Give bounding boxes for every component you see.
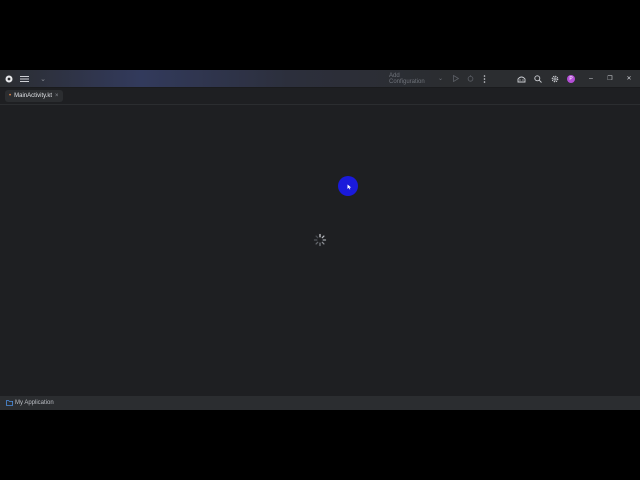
main-menu-icon[interactable] <box>18 70 31 87</box>
title-bar: ⌄ Add Configuration ⌄ P – ❐ ✕ <box>0 70 640 88</box>
status-bar: My Application <box>0 396 640 410</box>
avatar-initial: P <box>567 74 575 83</box>
settings-gear-icon[interactable] <box>549 70 561 87</box>
mouse-pointer-icon <box>347 184 352 190</box>
project-dropdown-chevron-icon[interactable]: ⌄ <box>37 70 49 87</box>
editor-area[interactable] <box>0 105 640 395</box>
mouse-cursor-highlight <box>338 176 358 196</box>
close-window-button[interactable]: ✕ <box>622 70 636 87</box>
more-actions-icon[interactable] <box>480 70 489 87</box>
user-avatar[interactable]: P <box>565 70 577 87</box>
kotlin-file-icon: • <box>9 93 12 99</box>
chevron-down-icon: ⌄ <box>437 76 443 82</box>
project-breadcrumb[interactable]: My Application <box>15 400 54 406</box>
tab-mainactivity-kt[interactable]: • MainActivity.kt × <box>5 90 63 102</box>
run-configuration-selector[interactable]: Add Configuration ⌄ <box>389 70 443 87</box>
tab-close-icon[interactable]: × <box>55 93 59 99</box>
run-configuration-label: Add Configuration <box>389 72 425 85</box>
run-icon[interactable] <box>451 70 461 87</box>
loading-spinner-icon <box>313 233 327 247</box>
device-manager-icon[interactable] <box>515 70 527 87</box>
debug-icon[interactable] <box>465 70 476 87</box>
editor-tab-bar: • MainActivity.kt × <box>0 88 640 105</box>
folder-icon <box>6 400 13 406</box>
search-icon[interactable] <box>532 70 544 87</box>
minimize-button[interactable]: – <box>584 70 598 87</box>
tab-label: MainActivity.kt <box>14 93 53 99</box>
restore-button[interactable]: ❐ <box>603 70 617 87</box>
app-logo-icon[interactable] <box>3 70 14 87</box>
